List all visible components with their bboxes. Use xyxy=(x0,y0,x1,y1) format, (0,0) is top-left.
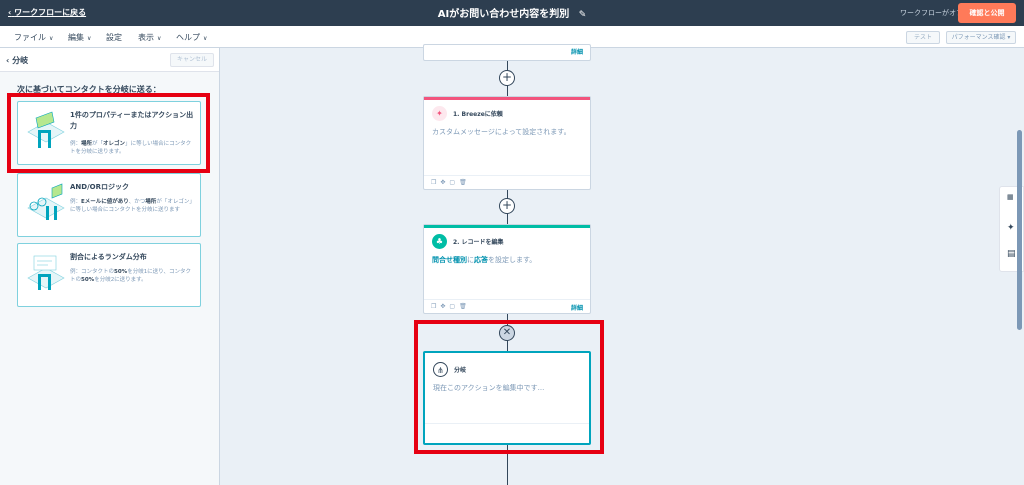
and-or-logic-illustration xyxy=(27,183,65,220)
panel-back-button[interactable]: ‹ 分岐 xyxy=(6,55,28,66)
chevron-down-icon: ∨ xyxy=(203,35,208,42)
chevron-down-icon: ∨ xyxy=(157,35,162,42)
action-card-breeze[interactable]: ✦ 1. Breezeに依頼 カスタムメッセージによって設定されます。 ❐✥▢🗑 xyxy=(423,96,591,190)
test-button[interactable]: テスト xyxy=(906,31,940,44)
chevron-down-icon: ∨ xyxy=(49,35,54,42)
panel-header: ‹ 分岐 キャンセル xyxy=(0,48,219,72)
action-card-edit-record[interactable]: ♣ 2. レコードを編集 問合せ種別に応答を設定します。 ❐✥▢🗑 詳細 xyxy=(423,224,591,314)
sparkle-icon[interactable]: ✦ xyxy=(1007,223,1015,233)
chat-icon[interactable]: ▤ xyxy=(1007,249,1016,259)
chevron-left-icon: ‹ xyxy=(6,56,10,65)
menu-help[interactable]: ヘルプ ∨ xyxy=(176,32,207,43)
menu-view[interactable]: 表示 ∨ xyxy=(138,32,161,43)
menu-edit[interactable]: 編集 ∨ xyxy=(68,32,91,43)
menu-settings[interactable]: 設定 xyxy=(106,32,122,43)
card-accent xyxy=(424,97,590,100)
performance-button[interactable]: パフォーマンス確認 ▾ xyxy=(946,31,1016,44)
option-description: 例：Eメールに値があり、かつ場所が「オレゴン」に等しい場合にコンタクトを分岐に送… xyxy=(70,199,195,213)
cancel-button[interactable]: キャンセル xyxy=(170,53,214,67)
grid-icon[interactable]: ▦ xyxy=(1007,193,1014,201)
highlight-box xyxy=(414,320,604,454)
card-title: 1. Breezeに依頼 xyxy=(453,111,503,118)
card-tools-icons[interactable]: ❐✥▢🗑 xyxy=(431,179,471,186)
highlight-box xyxy=(7,93,210,173)
scrollbar[interactable] xyxy=(1017,130,1022,330)
add-action-button[interactable]: + xyxy=(499,70,515,86)
card-body: カスタムメッセージによって設定されます。 xyxy=(432,128,571,136)
previous-action-card[interactable]: 詳細 xyxy=(423,44,591,61)
chevron-down-icon: ▾ xyxy=(1007,34,1011,41)
details-link[interactable]: 詳細 xyxy=(571,303,583,312)
details-link[interactable]: 詳細 xyxy=(571,47,583,56)
card-footer: ❐✥▢🗑 詳細 xyxy=(424,299,590,313)
pencil-icon[interactable]: ✎ xyxy=(579,10,587,20)
card-body: 問合せ種別に応答を設定します。 xyxy=(432,256,537,264)
workflow-canvas[interactable]: 詳細 + ✦ 1. Breezeに依頼 カスタムメッセージによって設定されます。… xyxy=(220,44,1024,485)
breeze-icon: ✦ xyxy=(432,106,447,121)
card-title: 2. レコードを編集 xyxy=(453,239,504,246)
option-title: AND/ORロジック xyxy=(70,183,129,191)
add-action-button[interactable]: + xyxy=(499,198,515,214)
plus-icon: + xyxy=(501,198,513,212)
menu-file[interactable]: ファイル ∨ xyxy=(14,32,53,43)
option-title: 割合によるランダム分布 xyxy=(70,253,147,261)
record-icon: ♣ xyxy=(432,234,447,249)
card-accent xyxy=(424,225,590,228)
option-random-split[interactable]: 割合によるランダム分布 例：コンタクトの50%を分岐1に送り、コンタクトの50%… xyxy=(17,243,201,307)
workflow-title[interactable]: AIがお問い合わせ内容を判別 ✎ xyxy=(0,5,1024,20)
random-split-illustration xyxy=(27,255,65,290)
top-bar: ‹ ワークフローに戻る AIがお問い合わせ内容を判別 ✎ ワークフローがオフ 確… xyxy=(0,0,1024,26)
review-and-publish-button[interactable]: 確認と公開 xyxy=(958,3,1016,23)
option-description: 例：コンタクトの50%を分岐1に送り、コンタクトの50%を分岐2に送ります。 xyxy=(70,269,191,283)
workflow-status: ワークフローがオフ xyxy=(900,9,963,17)
card-tools-icons[interactable]: ❐✥▢🗑 xyxy=(431,303,471,310)
plus-icon: + xyxy=(501,70,513,84)
chevron-down-icon: ∨ xyxy=(87,35,92,42)
card-footer: ❐✥▢🗑 xyxy=(424,175,590,189)
option-and-or-logic[interactable]: AND/ORロジック 例：Eメールに値があり、かつ場所が「オレゴン」に等しい場合… xyxy=(17,173,201,237)
